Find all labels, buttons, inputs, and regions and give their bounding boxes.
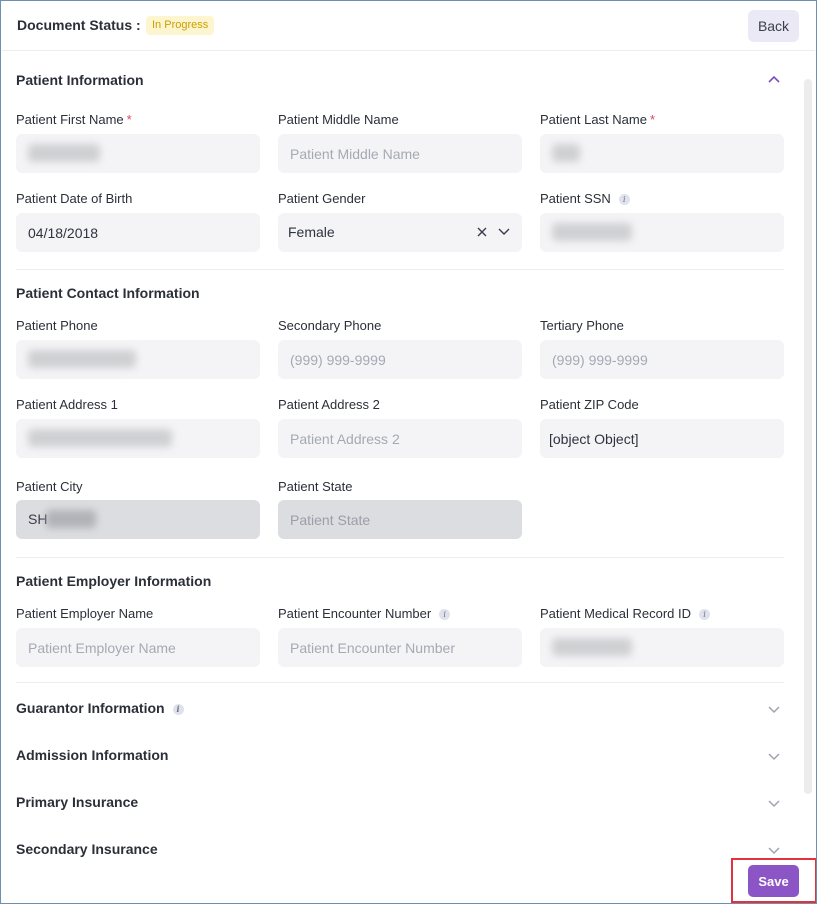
chevron-down-icon[interactable] — [767, 751, 781, 761]
chevron-up-icon[interactable] — [767, 74, 781, 84]
encounter-number-field[interactable] — [278, 628, 522, 667]
redacted-value — [28, 350, 136, 368]
save-button[interactable]: Save — [748, 865, 799, 897]
tertiary-phone-field[interactable] — [540, 340, 784, 379]
section-divider — [16, 269, 784, 270]
section-title-patient-information[interactable]: Patient Information — [16, 72, 144, 88]
close-icon[interactable] — [475, 225, 489, 239]
ssn-label: Patient SSN i — [540, 191, 630, 206]
chevron-down-icon[interactable] — [767, 845, 781, 855]
state-field — [278, 500, 522, 539]
section-divider — [16, 682, 784, 683]
status-badge: In Progress — [146, 16, 215, 35]
required-marker: * — [126, 112, 132, 127]
employer-name-field[interactable] — [16, 628, 260, 667]
middle-name-field[interactable] — [278, 134, 522, 173]
phone-label: Patient Phone — [16, 318, 98, 333]
medical-record-id-field[interactable] — [540, 628, 784, 667]
gender-selected-value: Female — [288, 224, 335, 240]
section-title-employer-information: Patient Employer Information — [16, 573, 212, 589]
chevron-down-icon[interactable] — [767, 798, 781, 808]
info-icon[interactable]: i — [699, 609, 711, 620]
zip-label: Patient ZIP Code — [540, 397, 639, 412]
info-icon[interactable]: i — [439, 609, 451, 620]
section-title-primary-insurance[interactable]: Primary Insurance — [16, 794, 138, 810]
city-field: SH — [16, 500, 260, 539]
back-button[interactable]: Back — [748, 10, 799, 42]
last-name-label: Patient Last Name * — [540, 112, 656, 127]
info-icon[interactable]: i — [618, 194, 630, 205]
vertical-scrollbar[interactable] — [804, 79, 812, 794]
dob-field[interactable] — [16, 213, 260, 252]
redacted-value — [552, 638, 632, 656]
document-status-label: Document Status : — [17, 17, 141, 33]
first-name-label: Patient First Name * — [16, 112, 132, 127]
dob-label: Patient Date of Birth — [16, 191, 133, 206]
section-title-guarantor-information[interactable]: Guarantor Information i — [16, 700, 184, 716]
required-marker: * — [649, 112, 656, 127]
save-highlight-box: Save — [731, 858, 816, 903]
redacted-value — [552, 144, 580, 162]
last-name-field[interactable] — [540, 134, 784, 173]
form-scroll-area[interactable]: Patient Information Patient First Name * … — [2, 52, 802, 903]
secondary-phone-label: Secondary Phone — [278, 318, 382, 333]
first-name-field[interactable] — [16, 134, 260, 173]
zip-field[interactable] — [540, 419, 784, 458]
chevron-down-icon[interactable] — [497, 226, 511, 238]
middle-name-label: Patient Middle Name — [278, 112, 399, 127]
redacted-value — [28, 144, 100, 162]
address1-field[interactable] — [16, 419, 260, 458]
redacted-value — [552, 223, 632, 241]
document-editor-window: Document Status : In Progress Back Patie… — [0, 0, 817, 904]
redacted-value — [28, 429, 172, 447]
city-label: Patient City — [16, 479, 83, 494]
section-title-admission-information[interactable]: Admission Information — [16, 747, 168, 763]
address1-label: Patient Address 1 — [16, 397, 118, 412]
employer-name-label: Patient Employer Name — [16, 606, 154, 621]
info-icon[interactable]: i — [172, 704, 184, 715]
address2-label: Patient Address 2 — [278, 397, 380, 412]
encounter-number-label: Patient Encounter Number i — [278, 606, 451, 621]
gender-select[interactable]: Female — [278, 213, 522, 252]
top-bar: Document Status : In Progress Back — [2, 2, 815, 51]
secondary-phone-field[interactable] — [278, 340, 522, 379]
tertiary-phone-label: Tertiary Phone — [540, 318, 624, 333]
phone-field[interactable] — [16, 340, 260, 379]
address2-field[interactable] — [278, 419, 522, 458]
medical-record-id-label: Patient Medical Record ID i — [540, 606, 711, 621]
section-title-secondary-insurance[interactable]: Secondary Insurance — [16, 841, 158, 857]
state-label: Patient State — [278, 479, 353, 494]
chevron-down-icon[interactable] — [767, 704, 781, 714]
gender-label: Patient Gender — [278, 191, 366, 206]
section-title-contact-information: Patient Contact Information — [16, 285, 200, 301]
ssn-field[interactable] — [540, 213, 784, 252]
section-divider — [16, 557, 784, 558]
redacted-value — [46, 510, 96, 528]
city-value-prefix: SH — [28, 511, 48, 527]
